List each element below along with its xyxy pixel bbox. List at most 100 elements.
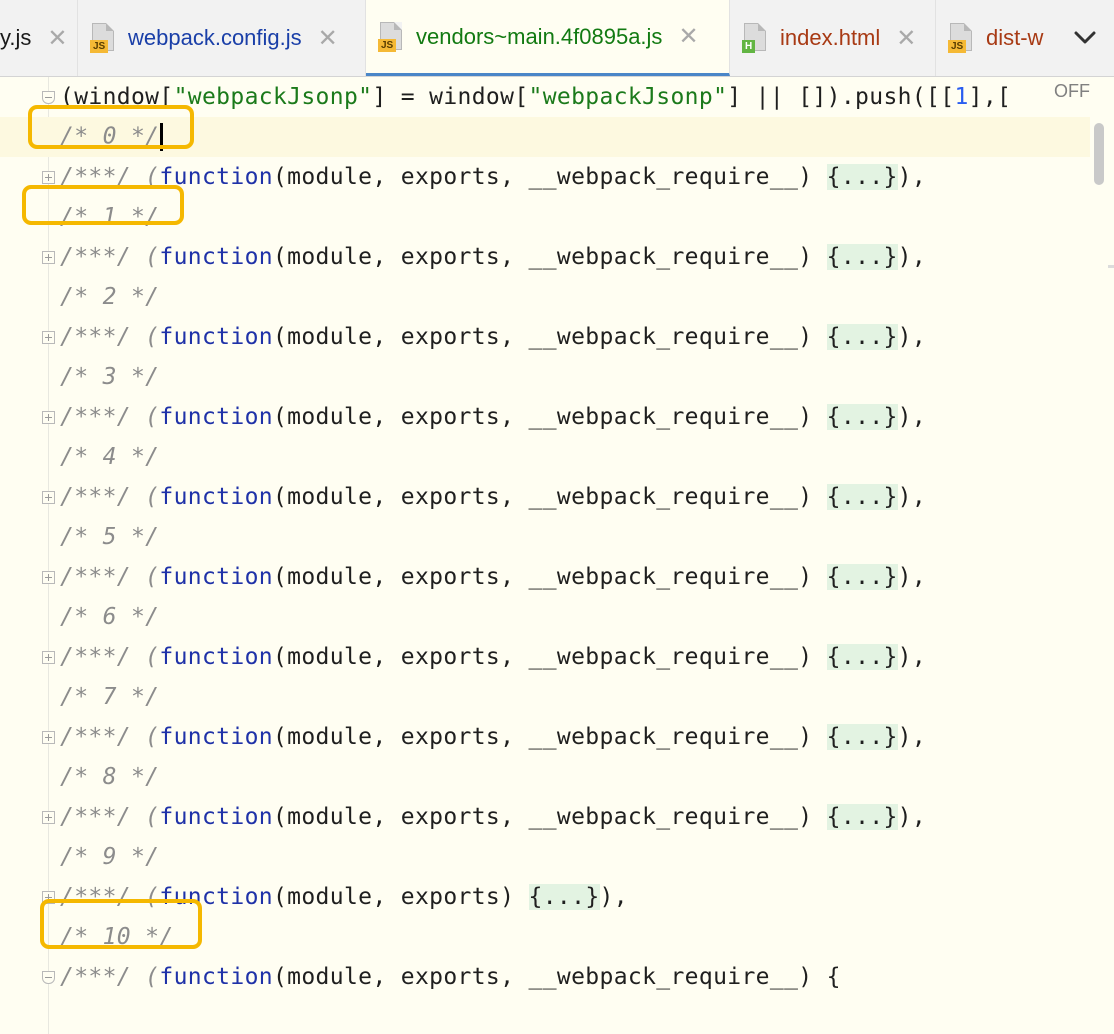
close-icon[interactable]: ✕ <box>896 24 916 53</box>
code-line[interactable]: /***/ (function(module, exports) {...}), <box>0 877 1090 917</box>
code-token: (module, exports, __webpack_require__) <box>272 164 827 190</box>
code-token: ), <box>897 484 927 510</box>
module-index-comment: /* 6 */ <box>60 604 160 630</box>
folded-code-block[interactable]: {...} <box>826 804 898 830</box>
fold-collapse-icon[interactable] <box>42 91 55 104</box>
fold-expand-icon[interactable] <box>42 171 55 184</box>
module-index-comment: /* 2 */ <box>60 284 160 310</box>
tab-webpack-config[interactable]: JS webpack.config.js ✕ <box>78 0 366 76</box>
code-text: /***/ (function(module, exports, __webpa… <box>60 244 926 270</box>
code-token: ] || []).push([[ <box>727 84 955 110</box>
vertical-scrollbar[interactable] <box>1094 77 1114 1034</box>
folded-code-block[interactable]: {...} <box>826 484 898 510</box>
code-line[interactable]: /***/ (function(module, exports, __webpa… <box>0 637 1090 677</box>
folded-code-block[interactable]: {...} <box>826 564 898 590</box>
close-icon[interactable]: ✕ <box>47 24 67 53</box>
code-token: (module, exports, __webpack_require__) <box>272 484 827 510</box>
code-token: ), <box>897 404 927 430</box>
module-index-comment: /* 5 */ <box>60 524 160 550</box>
code-text: /***/ (function(module, exports, __webpa… <box>60 404 926 430</box>
code-line[interactable]: /* 1 */ <box>0 197 1090 237</box>
code-line[interactable]: /***/ (function(module, exports, __webpa… <box>0 557 1090 597</box>
code-token: (module, exports, __webpack_require__) <box>272 564 827 590</box>
scrollbar-thumb[interactable] <box>1094 123 1104 185</box>
fold-expand-icon[interactable] <box>42 491 55 504</box>
fold-expand-icon[interactable] <box>42 651 55 664</box>
folded-code-block[interactable]: {...} <box>528 884 600 910</box>
code-text: /***/ (function(module, exports, __webpa… <box>60 804 926 830</box>
folded-code-block[interactable]: {...} <box>826 324 898 350</box>
tab-label: index.html <box>780 25 881 50</box>
js-file-icon: JS <box>378 21 406 52</box>
tab-vendors-main[interactable]: JS vendors~main.4f0895a.js ✕ <box>366 0 730 76</box>
code-line[interactable]: /***/ (function(module, exports, __webpa… <box>0 717 1090 757</box>
tab-y-js[interactable]: y.js ✕ <box>0 0 78 76</box>
code-editor[interactable]: (window["webpackJsonp"] = window["webpac… <box>0 77 1114 1034</box>
code-line[interactable]: /* 10 */ <box>0 917 1090 957</box>
editor-tab-bar: y.js ✕ JS webpack.config.js ✕ JS vendors… <box>0 0 1114 77</box>
code-text: /***/ (function(module, exports, __webpa… <box>60 724 926 750</box>
fold-collapse-icon[interactable] <box>42 971 55 984</box>
code-line[interactable]: /* 8 */ <box>0 757 1090 797</box>
module-index-comment: /* 10 */ <box>60 924 174 950</box>
fold-expand-icon[interactable] <box>42 331 55 344</box>
code-line[interactable]: /* 0 */ <box>0 117 1090 157</box>
code-text: /* 3 */ <box>60 364 159 390</box>
code-text: /* 1 */ <box>60 204 159 230</box>
code-line[interactable]: (window["webpackJsonp"] = window["webpac… <box>0 77 1090 117</box>
code-line[interactable]: /***/ (function(module, exports, __webpa… <box>0 237 1090 277</box>
tab-list-button[interactable] <box>1056 0 1114 76</box>
code-token: ] = window[ <box>372 84 529 110</box>
fold-expand-icon[interactable] <box>42 811 55 824</box>
module-marker-comment: /***/ ( <box>60 724 160 750</box>
code-text: /***/ (function(module, exports) {...}), <box>60 884 628 910</box>
folded-code-block[interactable]: {...} <box>826 244 898 270</box>
code-line[interactable]: /* 9 */ <box>0 837 1090 877</box>
folded-code-block[interactable]: {...} <box>826 164 898 190</box>
code-line[interactable]: /* 6 */ <box>0 597 1090 637</box>
module-marker-comment: /***/ ( <box>60 324 160 350</box>
fold-expand-icon[interactable] <box>42 251 55 264</box>
tab-index-html[interactable]: H index.html ✕ <box>730 0 936 76</box>
code-line[interactable]: /* 2 */ <box>0 277 1090 317</box>
string-token: "webpackJsonp" <box>173 84 373 110</box>
code-line[interactable]: /***/ (function(module, exports, __webpa… <box>0 797 1090 837</box>
module-index-comment: /* 8 */ <box>60 764 160 790</box>
keyword-token: function <box>159 164 273 190</box>
code-line[interactable]: /***/ (function(module, exports, __webpa… <box>0 317 1090 357</box>
close-icon[interactable]: ✕ <box>678 22 698 51</box>
code-line[interactable]: /***/ (function(module, exports, __webpa… <box>0 477 1090 517</box>
code-line[interactable]: /***/ (function(module, exports, __webpa… <box>0 957 1090 997</box>
code-text: /* 7 */ <box>60 684 159 710</box>
code-line[interactable]: /* 3 */ <box>0 357 1090 397</box>
code-line[interactable]: /***/ (function(module, exports, __webpa… <box>0 397 1090 437</box>
module-index-comment: /* 7 */ <box>60 684 160 710</box>
close-icon[interactable]: ✕ <box>318 24 338 53</box>
code-token: ), <box>897 804 927 830</box>
code-token: ), <box>897 564 927 590</box>
code-token: ), <box>897 164 927 190</box>
folded-code-block[interactable]: {...} <box>826 404 898 430</box>
keyword-token: function <box>159 484 273 510</box>
code-line[interactable]: /* 5 */ <box>0 517 1090 557</box>
tab-label: vendors~main.4f0895a.js <box>416 23 663 49</box>
tab-label: dist-w <box>986 25 1044 50</box>
editor-status-off[interactable]: OFF <box>1054 81 1090 102</box>
module-marker-comment: /***/ ( <box>60 244 160 270</box>
keyword-token: function <box>159 324 273 350</box>
keyword-token: function <box>159 564 273 590</box>
tab-label: y.js <box>0 25 32 50</box>
fold-expand-icon[interactable] <box>42 731 55 744</box>
code-line[interactable]: /* 7 */ <box>0 677 1090 717</box>
code-line[interactable]: /***/ (function(module, exports, __webpa… <box>0 157 1090 197</box>
code-line[interactable]: /* 4 */ <box>0 437 1090 477</box>
code-token: (module, exports, __webpack_require__) <box>272 324 827 350</box>
fold-expand-icon[interactable] <box>42 411 55 424</box>
fold-expand-icon[interactable] <box>42 891 55 904</box>
folded-code-block[interactable]: {...} <box>826 724 898 750</box>
fold-expand-icon[interactable] <box>42 571 55 584</box>
tab-dist[interactable]: JS dist-w <box>936 0 1056 76</box>
folded-code-block[interactable]: {...} <box>826 644 898 670</box>
code-text: /* 10 */ <box>60 924 174 950</box>
module-marker-comment: /***/ ( <box>60 404 160 430</box>
